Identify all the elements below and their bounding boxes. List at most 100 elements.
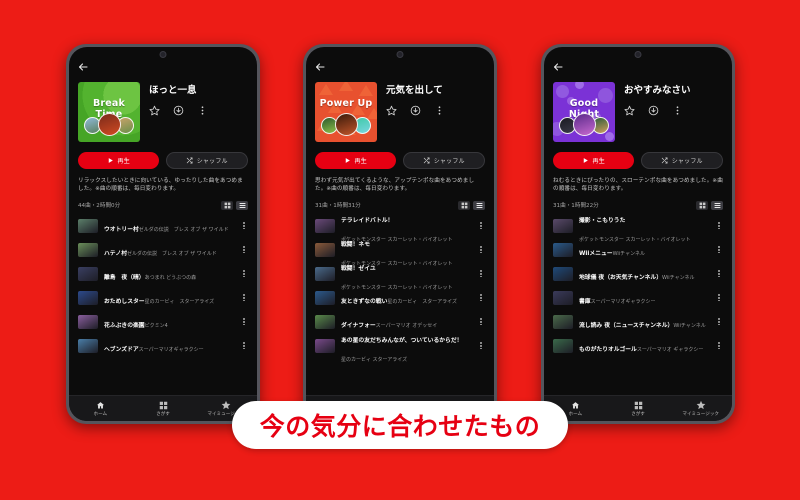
track-thumbnail <box>78 314 98 329</box>
track-title: テラレイドバトル！ <box>341 217 394 224</box>
star-outline-icon[interactable] <box>149 105 160 116</box>
more-vertical-icon[interactable] <box>477 294 485 302</box>
more-vertical-icon[interactable] <box>240 318 248 326</box>
track-row[interactable]: 友ときずなの戦い星のカービィ スターアライズ <box>312 286 488 310</box>
more-vertical-icon[interactable] <box>715 318 723 326</box>
more-vertical-icon[interactable] <box>240 342 248 350</box>
phone-screen-2: Power Up 元気を出して 再生 シャッフル 思わず元気が出てくるような、ア… <box>306 47 494 421</box>
track-row[interactable]: 撮影・こもりうたポケットモンスター スカーレット・バイオレット <box>550 214 726 243</box>
star-outline-icon[interactable] <box>386 105 397 116</box>
more-vertical-icon[interactable] <box>477 246 485 254</box>
track-row[interactable]: ヘブンズドアスーパーマリオギャラクシー <box>75 334 251 358</box>
track-album: Wiiチャンネル <box>662 275 695 282</box>
track-thumbnail <box>78 338 98 353</box>
play-button[interactable]: 再生 <box>78 152 159 169</box>
more-vertical-icon[interactable] <box>715 222 723 230</box>
more-vertical-icon[interactable] <box>197 105 208 116</box>
more-vertical-icon[interactable] <box>240 222 248 230</box>
artwork-thumbnails <box>315 112 377 136</box>
play-button[interactable]: 再生 <box>553 152 634 169</box>
track-album: Wiiチャンネル <box>673 323 706 330</box>
track-row[interactable]: 流し読み 夜（ニュースチャンネル）Wiiチャンネル <box>550 310 726 334</box>
track-album: 星のカービィ スターアライズ <box>144 299 215 306</box>
track-album: 星のカービィ スターアライズ <box>341 356 408 363</box>
track-row[interactable]: ハテノ村ゼルダの伝説 ブレス オブ ザ ワイルド <box>75 238 251 262</box>
track-row[interactable]: 書庫スーパーマリオギャラクシー <box>550 286 726 310</box>
track-row[interactable]: ウオトリー村ゼルダの伝説 ブレス オブ ザ ワイルド <box>75 214 251 238</box>
camera-notch <box>634 51 642 58</box>
more-vertical-icon[interactable] <box>715 270 723 278</box>
track-row[interactable]: WiiメニューWiiチャンネル <box>550 238 726 262</box>
track-list-3[interactable]: 撮影・こもりうたポケットモンスター スカーレット・バイオレット WiiメニューWi… <box>544 214 732 358</box>
list-view-icon[interactable] <box>236 200 248 210</box>
track-info: ハテノ村ゼルダの伝説 ブレス オブ ザ ワイルド <box>104 240 234 259</box>
track-info: 離島 夜（晴）あつまれ どうぶつの森 <box>104 264 234 283</box>
track-row[interactable]: 戦闘！ゼイユポケットモンスター スカーレット・バイオレット <box>312 262 488 291</box>
playlist-artwork: Break Time <box>78 82 140 142</box>
track-list-1[interactable]: ウオトリー村ゼルダの伝説 ブレス オブ ザ ワイルドハテノ村ゼルダの伝説 ブレス… <box>69 214 257 358</box>
track-row[interactable]: おためしスター星のカービィ スターアライズ <box>75 286 251 310</box>
more-vertical-icon[interactable] <box>477 342 485 350</box>
track-info: 花ふぶきの楽園ピクミン4 <box>104 312 234 331</box>
shuffle-icon <box>661 157 668 164</box>
track-row[interactable]: あの星の友だちみんなが、ついているからだ！ 星のカービィ スターアライズ <box>312 334 488 363</box>
more-vertical-icon[interactable] <box>240 270 248 278</box>
more-vertical-icon[interactable] <box>672 105 683 116</box>
track-title: 戦闘！ネモ <box>341 241 370 248</box>
page-title: おやすみなさい <box>624 85 691 96</box>
more-vertical-icon[interactable] <box>715 294 723 302</box>
page-title: ほっと一息 <box>149 85 197 96</box>
more-vertical-icon[interactable] <box>240 246 248 254</box>
camera-notch <box>159 51 167 58</box>
shuffle-button[interactable]: シャッフル <box>640 152 723 169</box>
track-row[interactable]: 地球儀 夜（お天気チャンネル）Wiiチャンネル <box>550 262 726 286</box>
view-toggle <box>221 200 248 210</box>
playlist-actions: 再生 シャッフル <box>306 142 494 169</box>
more-vertical-icon[interactable] <box>715 246 723 254</box>
download-circle-icon[interactable] <box>410 105 421 116</box>
download-circle-icon[interactable] <box>648 105 659 116</box>
camera-notch <box>396 51 404 58</box>
list-view-icon[interactable] <box>473 200 485 210</box>
more-vertical-icon[interactable] <box>477 270 485 278</box>
nav-item-grid[interactable]: さがす <box>607 400 670 417</box>
track-thumbnail <box>315 338 335 353</box>
track-thumbnail <box>315 290 335 305</box>
list-view-icon[interactable] <box>711 200 723 210</box>
page-title: 元気を出して <box>386 85 443 96</box>
more-vertical-icon[interactable] <box>240 294 248 302</box>
back-arrow-icon[interactable] <box>77 61 89 73</box>
grid-icon <box>634 400 643 410</box>
track-list-2[interactable]: テラレイドバトル！ポケットモンスター スカーレット・バイオレット 戦闘！ネモポケッ… <box>306 214 494 363</box>
shuffle-button[interactable]: シャッフル <box>165 152 248 169</box>
play-button[interactable]: 再生 <box>315 152 396 169</box>
back-arrow-icon[interactable] <box>552 61 564 73</box>
track-album: あつまれ どうぶつの森 <box>144 275 197 282</box>
back-arrow-icon[interactable] <box>314 61 326 73</box>
grid-view-icon[interactable] <box>221 200 233 210</box>
track-row[interactable]: 花ふぶきの楽園ピクミン4 <box>75 310 251 334</box>
track-row[interactable]: ものがたりオルゴールスーパーマリオ ギャラクシー <box>550 334 726 358</box>
track-thumbnail <box>78 266 98 281</box>
nav-item-home[interactable]: ホーム <box>69 400 132 417</box>
playlist-description: 思わず元気が出てくるような、アップテンポな曲をあつめました。※曲の順番は、毎日変… <box>315 178 475 193</box>
more-vertical-icon[interactable] <box>477 318 485 326</box>
star-outline-icon[interactable] <box>624 105 635 116</box>
play-button-label: 再生 <box>354 158 367 165</box>
nav-item-star[interactable]: マイミュージック <box>669 400 732 417</box>
more-vertical-icon[interactable] <box>715 342 723 350</box>
download-circle-icon[interactable] <box>173 105 184 116</box>
phone-screen-3: Good Night おやすみなさい <box>544 47 732 421</box>
nav-item-label: さがす <box>631 412 645 417</box>
nav-item-grid[interactable]: さがす <box>132 400 195 417</box>
track-row[interactable]: 離島 夜（晴）あつまれ どうぶつの森 <box>75 262 251 286</box>
more-vertical-icon[interactable] <box>477 222 485 230</box>
track-info: 撮影・こもりうたポケットモンスター スカーレット・バイオレット <box>579 207 709 245</box>
artwork-thumbnails <box>78 112 140 136</box>
bottom-navigation-1: ホーム さがす マイミュージック <box>69 395 257 421</box>
more-vertical-icon[interactable] <box>434 105 445 116</box>
track-info: WiiメニューWiiチャンネル <box>579 240 709 259</box>
shuffle-button[interactable]: シャッフル <box>402 152 485 169</box>
track-info: おためしスター星のカービィ スターアライズ <box>104 288 234 307</box>
track-album: 星のカービィ スターアライズ <box>387 299 457 306</box>
